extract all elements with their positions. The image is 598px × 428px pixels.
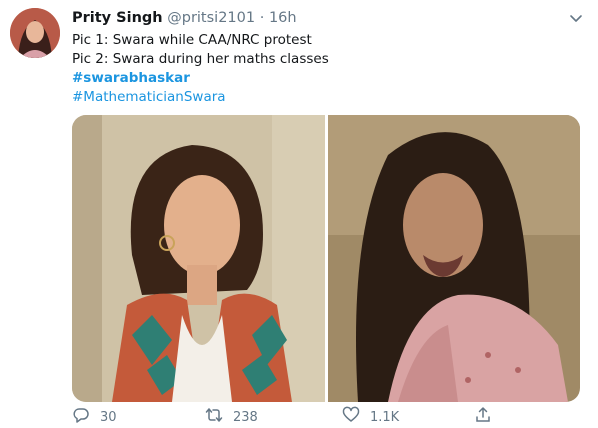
tweet-header: Prity Singh @pritsi2101 · 16h bbox=[72, 9, 297, 27]
retweet-button[interactable]: 238 bbox=[205, 408, 258, 426]
avatar[interactable] bbox=[10, 8, 60, 58]
hashtag-link[interactable]: #MathematicianSwara bbox=[72, 88, 572, 107]
photo-1[interactable] bbox=[72, 115, 325, 402]
retweet-count: 238 bbox=[233, 409, 258, 425]
share-icon bbox=[474, 406, 492, 428]
reply-icon bbox=[72, 406, 90, 428]
like-icon bbox=[342, 406, 360, 428]
retweet-icon bbox=[205, 406, 223, 428]
reply-button[interactable]: 30 bbox=[72, 408, 117, 426]
hashtag-link[interactable]: #swarabhaskar bbox=[72, 69, 572, 88]
photo-2[interactable] bbox=[328, 115, 580, 402]
author-name[interactable]: Prity Singh bbox=[72, 10, 163, 26]
tweet-text: Pic 1: Swara while CAA/NRC protest Pic 2… bbox=[72, 31, 572, 107]
like-button[interactable]: 1.1K bbox=[342, 406, 400, 428]
reply-count: 30 bbox=[100, 409, 117, 425]
chevron-down-icon[interactable] bbox=[568, 10, 584, 26]
tweet-text-line: Pic 2: Swara during her maths classes bbox=[72, 51, 329, 67]
tweet-text-line: Pic 1: Swara while CAA/NRC protest bbox=[72, 32, 312, 48]
author-handle[interactable]: @pritsi2101 bbox=[167, 10, 255, 26]
action-bar: 30 238 1.1K bbox=[72, 406, 572, 428]
tweet[interactable]: Prity Singh @pritsi2101 · 16h Pic 1: Swa… bbox=[0, 0, 598, 426]
like-count: 1.1K bbox=[370, 409, 400, 425]
tweet-media[interactable] bbox=[72, 115, 580, 402]
separator: · bbox=[259, 10, 265, 26]
share-button[interactable] bbox=[474, 406, 492, 428]
timestamp[interactable]: 16h bbox=[269, 10, 297, 26]
